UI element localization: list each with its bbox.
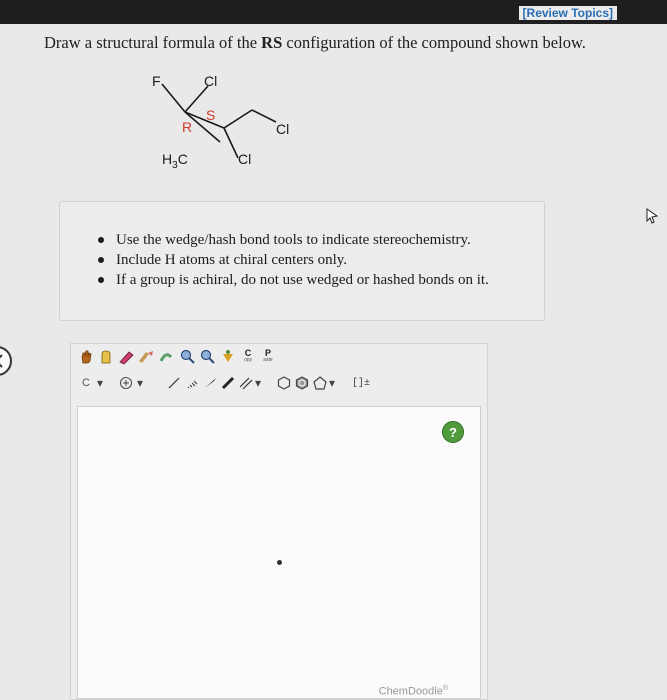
atom-cl-top: Cl bbox=[204, 73, 217, 89]
collapse-handle-button[interactable] bbox=[0, 346, 12, 376]
chevron-left-icon bbox=[0, 354, 3, 368]
brand-mark: ® bbox=[442, 685, 448, 693]
drawing-canvas[interactable]: ? ChemDoodle® bbox=[77, 406, 481, 699]
copy-sub-label: opy bbox=[243, 357, 253, 363]
bond-cl-top bbox=[184, 85, 209, 113]
hints-list: Use the wedge/hash bond tools to indicat… bbox=[96, 230, 489, 290]
brand-name: ChemDoodle bbox=[378, 686, 443, 698]
paste-button[interactable]: P aste bbox=[259, 348, 277, 366]
element-c-button[interactable]: C bbox=[77, 374, 95, 392]
question-emphasis: RS bbox=[261, 33, 283, 52]
bond-c2-cl bbox=[223, 127, 239, 159]
question-prefix: Draw a structural formula of the bbox=[44, 33, 262, 52]
paste-sub-label: aste bbox=[263, 357, 273, 363]
canvas-center-point bbox=[277, 560, 282, 565]
molecule-structure: F Cl S R Cl H3C Cl bbox=[152, 73, 289, 171]
charge-dropdown-chevron-icon[interactable]: ▾ bbox=[137, 376, 143, 390]
bond-dropdown-chevron-icon[interactable]: ▾ bbox=[255, 376, 261, 390]
atom-h3c: H3C bbox=[162, 151, 188, 171]
clean-tool-icon[interactable] bbox=[137, 348, 155, 366]
copy-button[interactable]: C opy bbox=[239, 348, 257, 366]
zoom-in-icon[interactable] bbox=[179, 348, 197, 366]
element-dropdown-chevron-icon[interactable]: ▾ bbox=[97, 376, 103, 390]
charge-plus-icon[interactable] bbox=[117, 374, 135, 392]
label-s: S bbox=[206, 107, 215, 123]
bond-ch2-cl bbox=[251, 109, 277, 123]
bold-bond-icon[interactable] bbox=[219, 374, 237, 392]
question-suffix: configuration of the compound shown belo… bbox=[282, 33, 586, 52]
ring-dropdown-chevron-icon[interactable]: ▾ bbox=[329, 376, 335, 390]
double-bond-icon[interactable] bbox=[237, 374, 255, 392]
toolbar-row-bottom: C ▾ ▾ ▾ ▾ []± bbox=[71, 374, 487, 402]
question-text: Draw a structural formula of the RS conf… bbox=[44, 33, 586, 53]
hint-item: If a group is achiral, do not use wedged… bbox=[96, 270, 489, 290]
wedge-bond-icon[interactable] bbox=[201, 374, 219, 392]
ring-brush-icon[interactable] bbox=[157, 348, 175, 366]
paste-label: P bbox=[264, 348, 271, 358]
hint-item: Use the wedge/hash bond tools to indicat… bbox=[96, 230, 489, 250]
zoom-out-icon[interactable] bbox=[199, 348, 217, 366]
lasso-tool-icon[interactable] bbox=[97, 348, 115, 366]
top-bar: [Review Topics] bbox=[0, 0, 667, 24]
hints-box: Use the wedge/hash bond tools to indicat… bbox=[59, 201, 545, 321]
mouse-cursor-icon bbox=[646, 208, 659, 224]
bond-c2-ch2 bbox=[223, 109, 253, 129]
chemdoodle-editor: C opy P aste C ▾ ▾ ▾ ▾ []± ? ChemDoodle® bbox=[70, 343, 488, 700]
bracket-charge-button[interactable]: []± bbox=[349, 374, 373, 392]
ring-cyclopentane-icon[interactable] bbox=[311, 374, 329, 392]
atom-f: F bbox=[152, 73, 161, 89]
toolbar-row-top: C opy P aste bbox=[71, 348, 487, 376]
eraser-tool-icon[interactable] bbox=[117, 348, 135, 366]
copy-label: C bbox=[244, 348, 252, 358]
ring-benzene-icon[interactable] bbox=[293, 374, 311, 392]
hand-tool-icon[interactable] bbox=[77, 348, 95, 366]
bond-f bbox=[161, 83, 186, 113]
label-r: R bbox=[182, 119, 192, 135]
center-tool-icon[interactable] bbox=[219, 348, 237, 366]
hint-item: Include H atoms at chiral centers only. bbox=[96, 250, 489, 270]
help-button[interactable]: ? bbox=[442, 421, 464, 443]
review-topics-link[interactable]: [Review Topics] bbox=[518, 6, 617, 20]
ring-cyclohexane-icon[interactable] bbox=[275, 374, 293, 392]
atom-cl-bottom: Cl bbox=[238, 151, 251, 167]
single-bond-icon[interactable] bbox=[165, 374, 183, 392]
chemdoodle-brand: ChemDoodle® bbox=[379, 685, 448, 698]
atom-cl-right: Cl bbox=[276, 121, 289, 137]
hashed-bond-icon[interactable] bbox=[183, 374, 201, 392]
